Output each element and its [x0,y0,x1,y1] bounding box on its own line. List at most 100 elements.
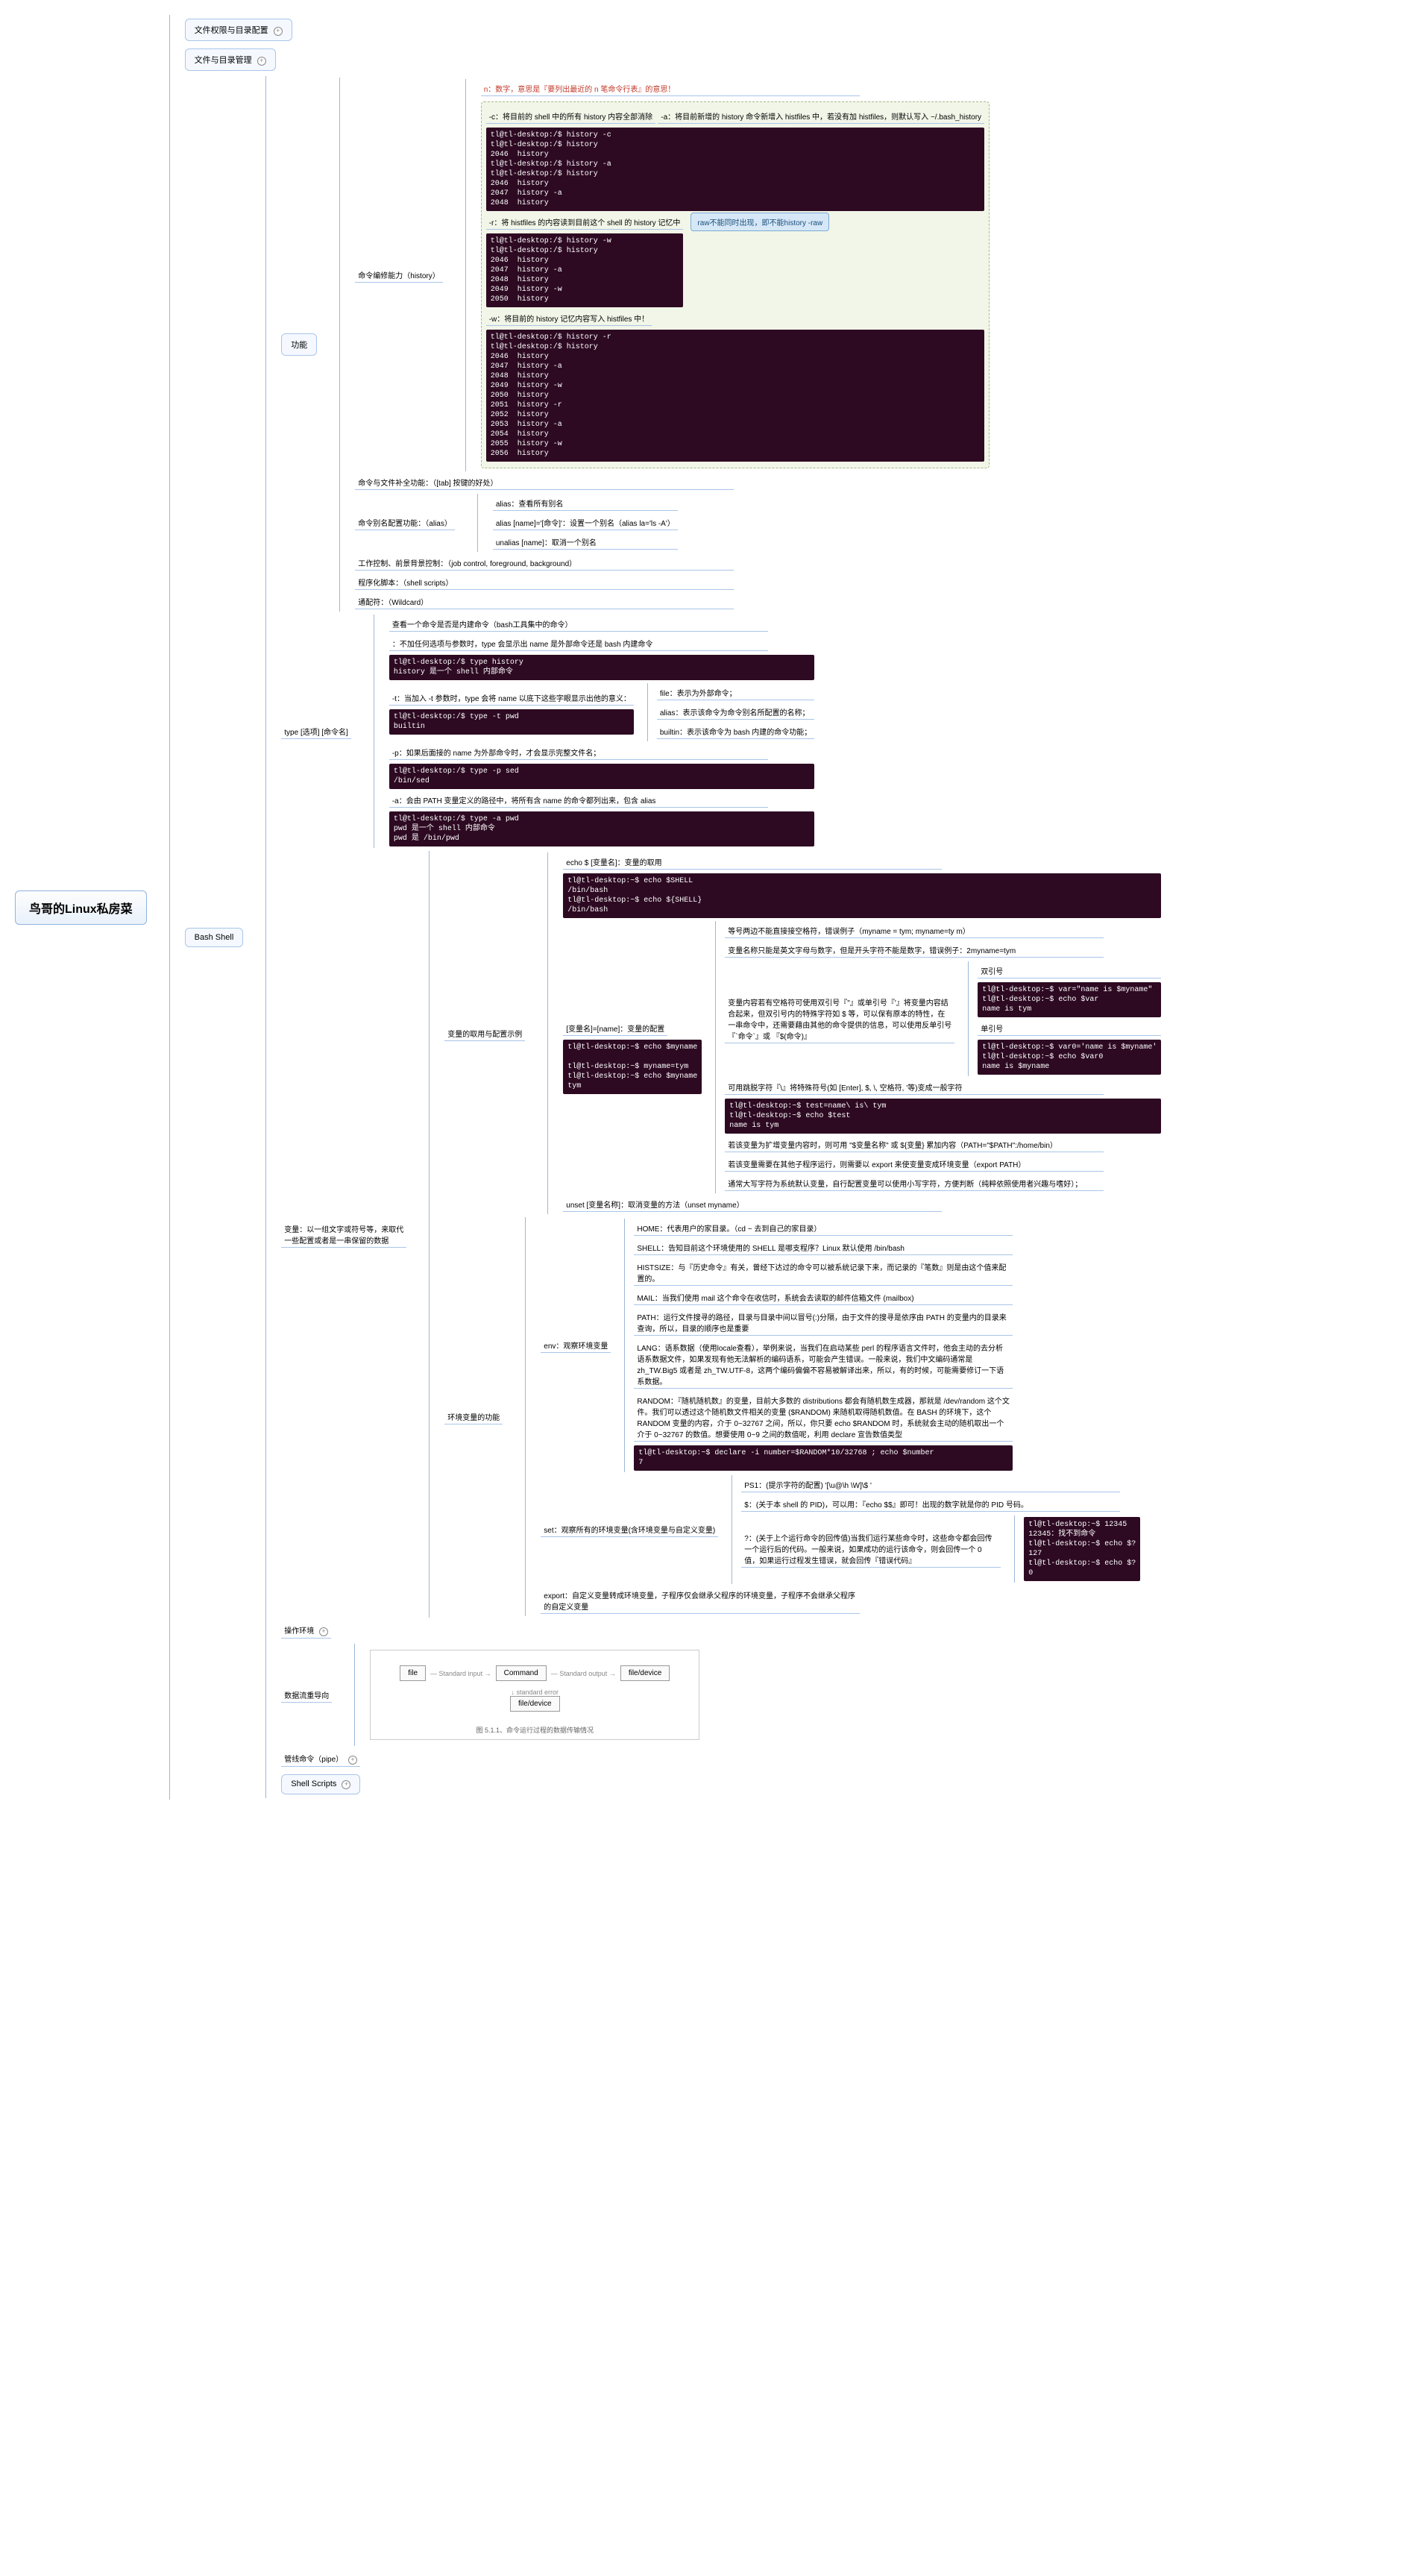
redirect-children: file — Standard input → Command — Standa… [354,1644,699,1746]
type-p: -p：如果后面接的 name 为外部命令时，才会显示完整文件名； [389,745,768,760]
terminal-qmark: tl@tl-desktop:~$ 12345 12345：找不到命令 tl@tl… [1024,1517,1140,1581]
arrow-stderr: ↓ standard error [511,1688,559,1696]
node-redirect[interactable]: 数据流重导向 [281,1688,332,1703]
set-qmark: ?：(关于上个运行命令的回传值)当我们运行某些命令时，这些命令都会回传一个运行后… [741,1530,1001,1568]
node-envfunc[interactable]: 环境变量的功能 [444,1410,503,1424]
node-pipe[interactable]: 管线命令（pipe） [281,1751,360,1767]
node-type[interactable]: type [选项] [命令名] [281,724,351,739]
label: 操作环境 [284,1627,314,1636]
history-notebox: -c：将目前的 shell 中的所有 history 内容全部消除 -a：将目前… [481,101,990,468]
history-n: n：数字，意思是『要列出最近的 n 笔命令行表』的意思！ [481,81,860,96]
terminal-dq: tl@tl-desktop:~$ var="name is $myname" t… [978,982,1161,1017]
assign-rules: 等号两边不能直接接空格符，错误例子（myname = tym; myname=t… [715,921,1161,1193]
history-raw-callout: raw不能同时出现，即不能history -raw [691,213,829,231]
expand-icon[interactable] [257,57,266,66]
arrow-stdout: — Standard output → [551,1670,616,1677]
env-home: HOME：代表用户的家目录。（cd ~ 去到自己的家目录） [634,1221,1013,1236]
env-path: PATH：运行文件搜寻的路径，目录与目录中间以冒号(:)分隔，由于文件的搜寻是依… [634,1310,1013,1336]
node-openv[interactable]: 操作环境 [281,1623,331,1639]
flow-filedev1: file/device [620,1665,670,1681]
env-random: RANDOM：『随机随机数』的变量，目前大多数的 distributions 都… [634,1393,1013,1442]
set-ps1: PS1：(提示字符的配置) '[\u@\h \W]\$ ' [741,1477,1120,1492]
label: 管线命令（pipe） [284,1756,343,1764]
alias-view: alias：查看所有别名 [493,496,678,511]
terminal-type-a: tl@tl-desktop:/$ type -a pwd pwd 是一个 she… [389,811,814,846]
type-children: 查看一个命令是否是内建命令（bash工具集中的命令） ：不加任何选项与参数时，t… [374,615,814,848]
bash-children: 功能 命令编修能力（history） n：数字，意思是『要列出最近的 n 笔命令… [265,76,1161,1798]
terminal-history-w: tl@tl-desktop:/$ history -r tl@tl-deskto… [486,330,984,462]
arrow-stdin: — Standard input → [430,1670,491,1677]
type-a: -a：会由 PATH 变量定义的路径中，将所有含 name 的命令都列出来，包含… [389,793,768,808]
type-t-children: file：表示为外部命令； alias：表示该命令为命令别名所配置的名称； bu… [647,683,814,741]
env-lang: LANG：语系数据（使用locale查看），举例来说，当我们在启动某些 perl… [634,1340,1013,1389]
envfunc-children: env：观察环境变量 HOME：代表用户的家目录。（cd ~ 去到自己的家目录）… [525,1217,1140,1616]
assign-rule7: 通常大写字符为系统默认变量，自行配置变量可以使用小写字符，方便判断（纯粹依照使用… [725,1176,1104,1191]
type-noopt: ：不加任何选项与参数时，type 会显示出 name 是外部命令还是 bash … [389,636,768,651]
root-children: 文件权限与目录配置 文件与目录管理 Bash Shell 功能 命 [169,15,1162,1800]
type-t-alias: alias：表示该命令为命令别名所配置的名称； [657,705,814,720]
node-bash-shell[interactable]: Bash Shell [185,928,244,947]
assign-rule6: 若该变量需要在其他子程序运行，则需要以 export 来使变量变成环境变量（ex… [725,1157,1104,1172]
node-file-mgmt[interactable]: 文件与目录管理 [185,48,276,71]
terminal-history-a: tl@tl-desktop:/$ history -c tl@tl-deskto… [486,128,984,211]
root-node[interactable]: 鸟哥的Linux私房菜 [15,890,147,925]
node-func[interactable]: 功能 [281,333,317,356]
history-a: -a：将目前新增的 history 命令新增入 histfiles 中，若没有加… [658,109,984,124]
env-histsize: HISTSIZE：与『历史命令』有关，曾经下达过的命令可以被系统记录下来，而记录… [634,1260,1013,1286]
type-t-builtin: builtin：表示该命令为 bash 内建的命令功能； [657,724,814,739]
terminal-type-noopt: tl@tl-desktop:/$ type history history 是一… [389,655,814,680]
export-label: export：自定义变量转成环境变量，子程序仅会继承父程序的环境变量，子程序不会… [541,1588,860,1614]
expand-icon[interactable] [348,1756,357,1765]
expand-icon[interactable] [274,27,283,36]
node-shell-scripts[interactable]: Shell Scripts [281,1774,360,1794]
func-children: 命令编修能力（history） n：数字，意思是『要列出最近的 n 笔命令行表』… [339,78,990,612]
assign-rule1: 等号两边不能直接接空格符，错误例子（myname = tym; myname=t… [725,923,1104,938]
node-var[interactable]: 变量：以一组文字或符号等，来取代一些配置或者是一串保留的数据 [281,1222,406,1248]
sq-label: 单引号 [978,1021,1161,1036]
flow-filedev2: file/device [510,1696,559,1712]
assign-label: [变量名]=[name]：变量的配置 [563,1021,667,1036]
label: 文件与目录管理 [195,56,252,65]
node-job: 工作控制、前景背景控制：（job control, foreground, ba… [355,556,734,571]
flow-diagram: file — Standard input → Command — Standa… [370,1650,699,1740]
echo-label: echo $ [变量名]：变量的取用 [563,855,942,870]
terminal-echo: tl@tl-desktop:~$ echo $SHELL /bin/bash t… [563,873,1161,918]
env-mail: MAIL：当我们使用 mail 这个命令在收信时，系统会去读取的邮件信箱文件 (… [634,1290,1013,1305]
set-children: PS1：(提示字符的配置) '[\u@\h \W]\$ ' $：(关于本 she… [732,1475,1140,1584]
alias-children: alias：查看所有别名 alias [name]='[命令]'：设置一个别名（… [477,494,678,552]
expand-icon[interactable] [342,1780,350,1789]
alias-set: alias [name]='[命令]'：设置一个别名（alias la='ls … [493,515,678,530]
node-history[interactable]: 命令编修能力（history） [355,268,442,283]
var-children: 变量的取用与配置示例 echo $ [变量名]：变量的取用 tl@tl-desk… [429,851,1161,1618]
env-label[interactable]: env：观察环境变量 [541,1338,611,1353]
terminal-type-t: tl@tl-desktop:/$ type -t pwd builtin [389,709,634,735]
node-alias[interactable]: 命令别名配置功能：（alias） [355,515,455,530]
type-head: 查看一个命令是否是内建命令（bash工具集中的命令） [389,617,768,632]
env-shell: SHELL：告知目前这个环境使用的 SHELL 是哪支程序？Linux 默认使用… [634,1240,1013,1255]
assign-rule5: 若该变量为扩增变量内容时，则可用 "$变量名称" 或 ${变量} 累加内容（PA… [725,1137,1104,1152]
flow-caption: 图 5.1.1、命令运行过程的数据传输情况 [378,1725,691,1735]
terminal-random: tl@tl-desktop:~$ declare -i number=$RAND… [634,1445,1013,1471]
terminal-sq: tl@tl-desktop:~$ var0='name is $myname' … [978,1040,1161,1075]
flow-cmd: Command [496,1665,547,1681]
set-label[interactable]: set：观察所有的环境变量(含环境变量与自定义变量) [541,1522,718,1537]
history-children: n：数字，意思是『要列出最近的 n 笔命令行表』的意思！ -c：将目前的 she… [465,79,990,471]
terminal-history-r: tl@tl-desktop:/$ history -w tl@tl-deskto… [486,233,684,307]
expand-icon[interactable] [319,1627,328,1636]
node-file-perm[interactable]: 文件权限与目录配置 [185,19,292,41]
assign-rule4: 可用跳脱字符『\』将特殊符号(如 [Enter], $, \, 空格符, '等)… [725,1080,1104,1095]
assign-rule2: 变量名称只能是英文字母与数字，但是开头字符不能是数字，错误例子：2myname=… [725,943,1104,958]
env-children: HOME：代表用户的家目录。（cd ~ 去到自己的家目录） SHELL：告知目前… [624,1219,1013,1472]
qmark-term-wrap: tl@tl-desktop:~$ 12345 12345：找不到命令 tl@tl… [1014,1515,1140,1583]
node-tab: 命令与文件补全功能：（[tab] 按键的好处） [355,475,734,490]
unset-label: unset [变量名称]：取消变量的方法（unset myname） [563,1197,942,1212]
type-t: -t：当加入 -t 参数时，type 会将 name 以底下这些字眼显示出他的意… [389,691,634,706]
node-var-example[interactable]: 变量的取用与配置示例 [444,1026,525,1041]
quote-children: 双引号 tl@tl-desktop:~$ var="name is $mynam… [968,961,1161,1076]
label: 文件权限与目录配置 [195,26,268,35]
history-r: -r：将 histfiles 的内容读到目前这个 shell 的 history… [486,215,684,230]
node-script: 程序化脚本：（shell scripts） [355,575,734,590]
set-dollar: $：(关于本 shell 的 PID)，可以用：『echo $$』即可！出现的数… [741,1497,1120,1512]
history-c: -c：将目前的 shell 中的所有 history 内容全部消除 [486,109,655,124]
flow-file: file [400,1665,426,1681]
